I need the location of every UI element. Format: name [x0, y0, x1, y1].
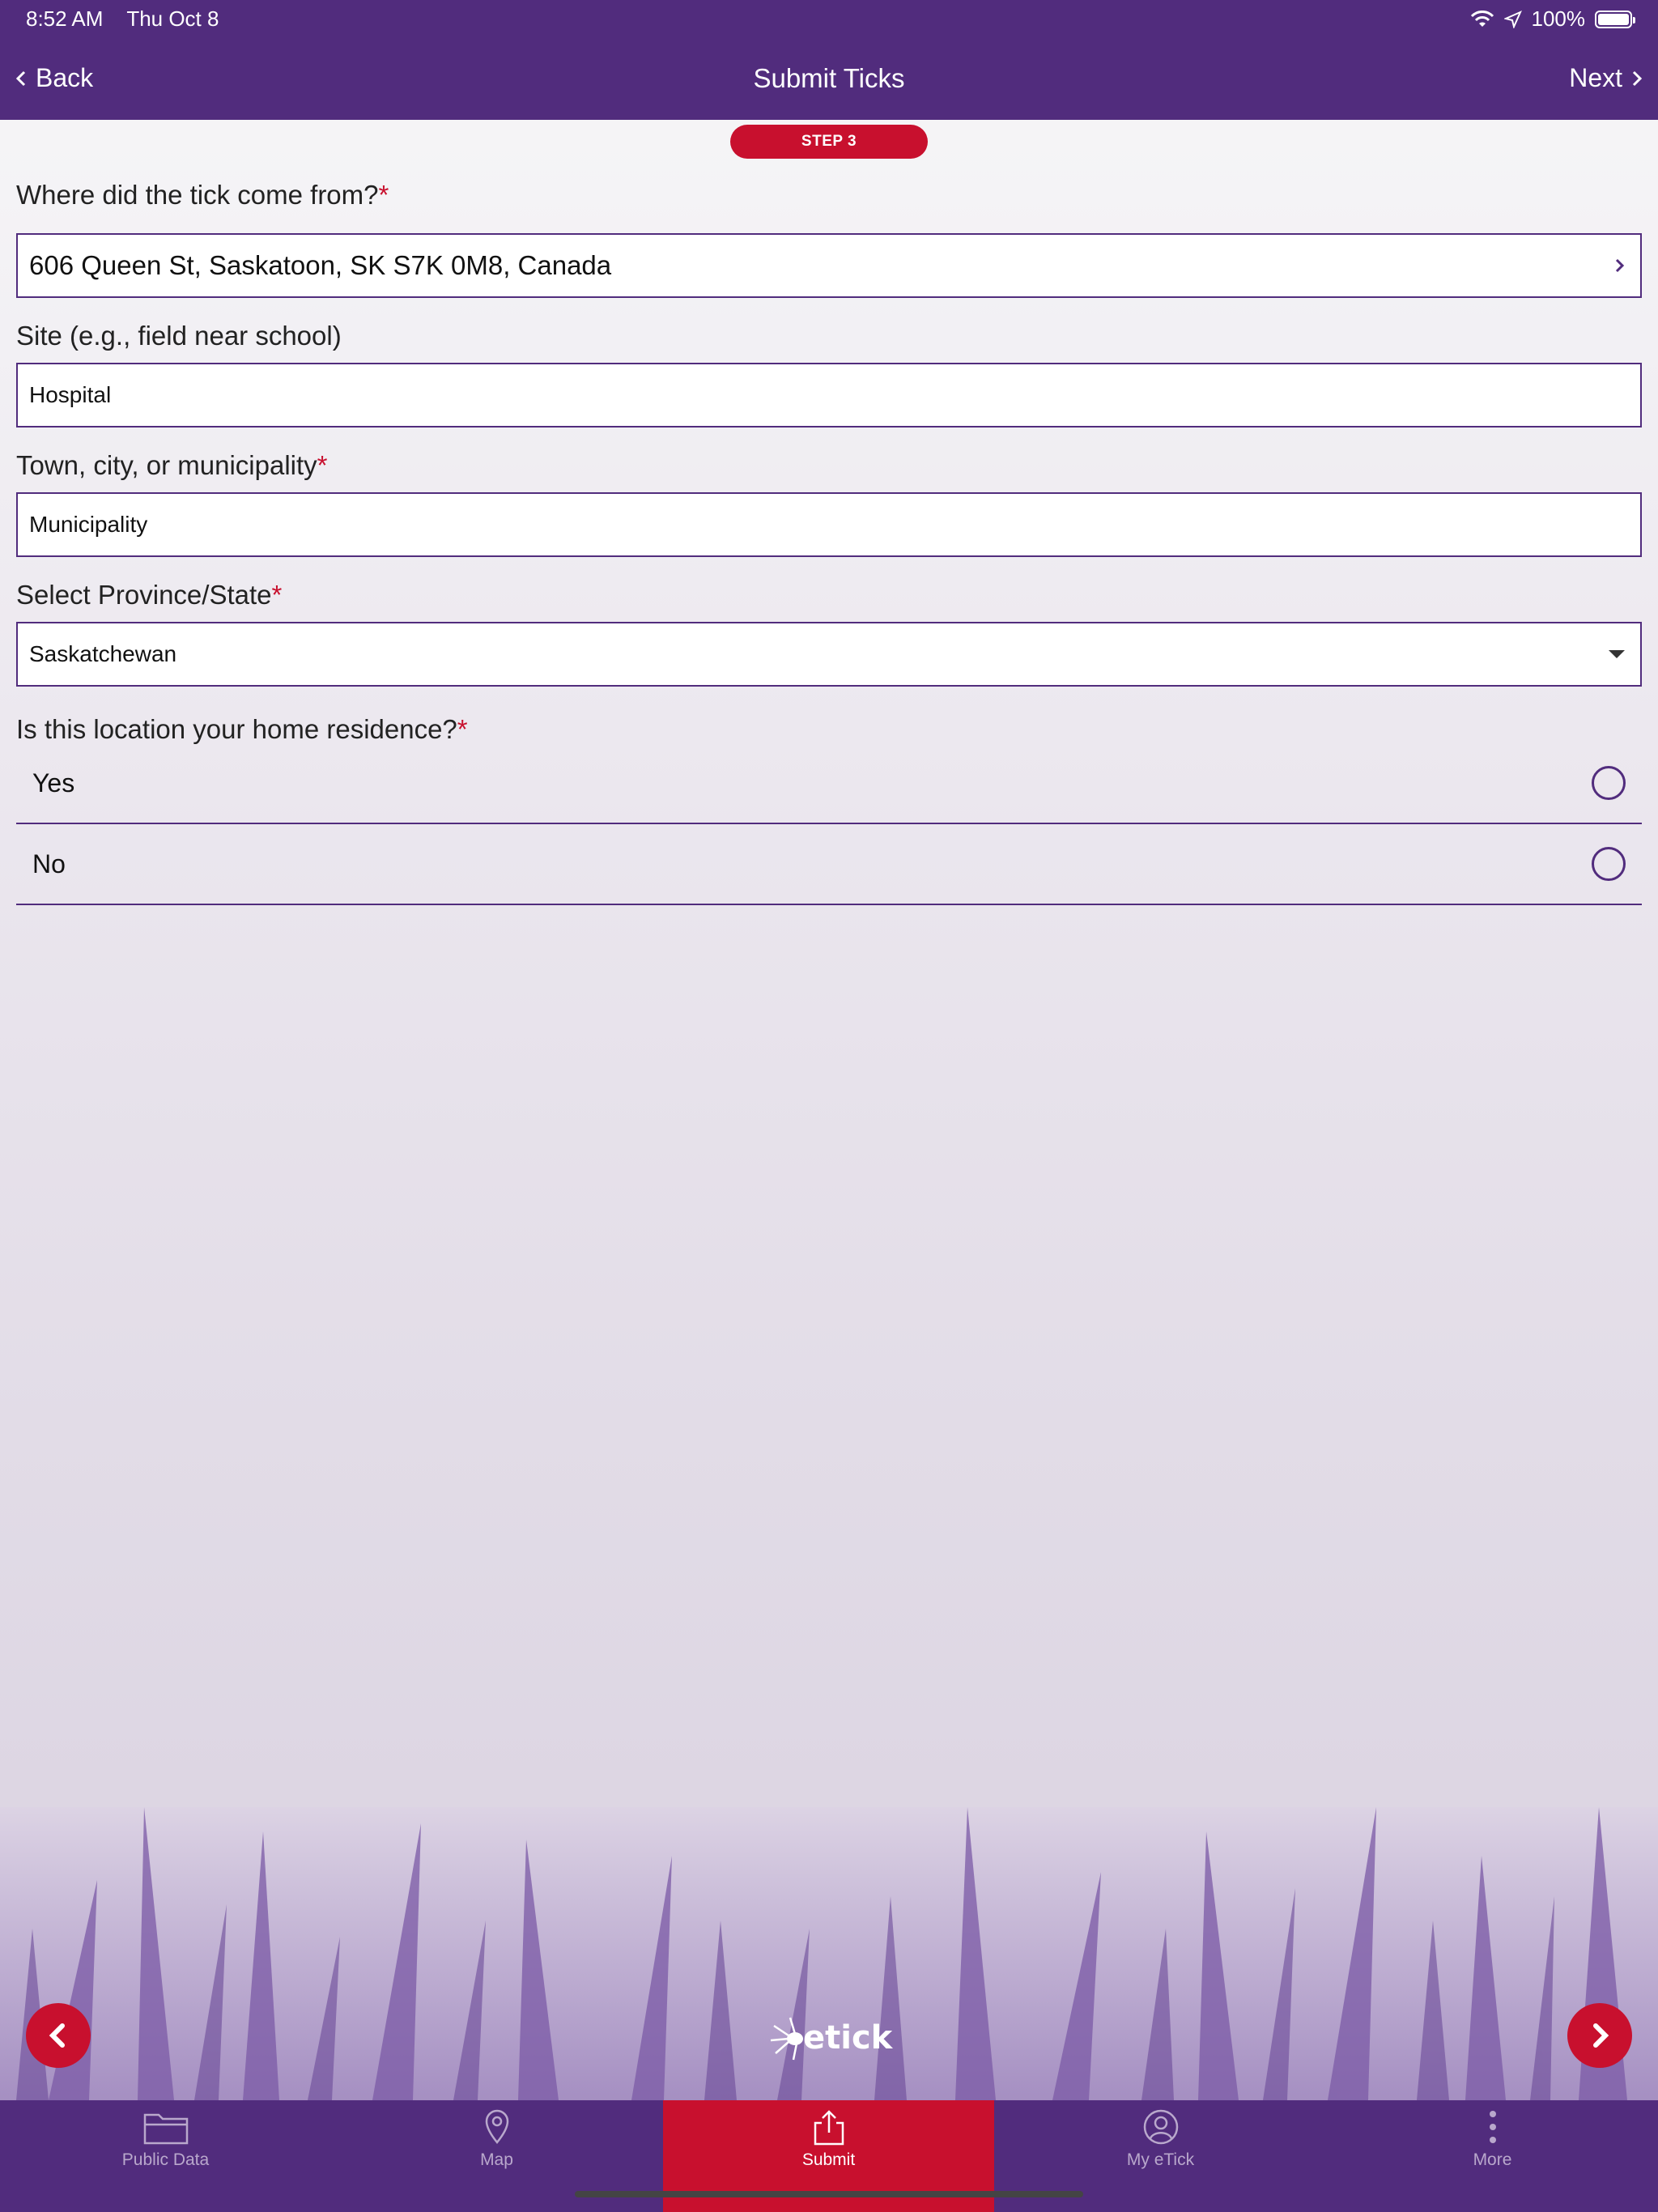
location-icon: [1503, 10, 1522, 28]
province-label: Select Province/State*: [16, 580, 282, 610]
next-button[interactable]: Next: [1569, 63, 1643, 93]
home-residence-label-text: Is this location your home residence?: [16, 714, 457, 744]
province-select[interactable]: Saskatchewan: [16, 622, 1642, 687]
radio-option-yes[interactable]: Yes: [16, 743, 1642, 824]
required-marker: *: [457, 714, 468, 744]
status-date-text: Thu Oct 8: [126, 6, 219, 31]
radio-option-no[interactable]: No: [16, 824, 1642, 905]
home-indicator: [575, 2191, 1083, 2197]
wifi-icon: [1470, 10, 1494, 27]
tab-public-data[interactable]: Public Data: [0, 2100, 331, 2212]
radio-circle-icon[interactable]: [1592, 766, 1626, 800]
radio-label-no: No: [32, 849, 66, 878]
town-label: Town, city, or municipality*: [16, 450, 328, 481]
required-marker: *: [317, 450, 328, 480]
page-title: Submit Ticks: [753, 63, 905, 93]
origin-label: Where did the tick come from?*: [16, 180, 389, 211]
tab-label: My eTick: [1126, 2150, 1195, 2169]
origin-location-field[interactable]: 606 Queen St, Saskatoon, SK S7K 0M8, Can…: [16, 233, 1642, 298]
required-marker: *: [378, 180, 389, 210]
chevron-right-icon: [1593, 2023, 1609, 2048]
origin-label-text: Where did the tick come from?: [16, 180, 379, 210]
home-residence-label: Is this location your home residence?*: [16, 714, 468, 745]
radio-label-yes: Yes: [32, 768, 75, 798]
battery-icon: [1595, 10, 1635, 28]
origin-value: 606 Queen St, Saskatoon, SK S7K 0M8, Can…: [29, 250, 612, 280]
battery-percent: 100%: [1531, 6, 1586, 31]
town-label-text: Town, city, or municipality: [16, 450, 317, 480]
chevron-right-icon: [1614, 235, 1626, 296]
site-label-text: Site (e.g., field near school): [16, 321, 342, 351]
status-time-text: 8:52 AM: [26, 6, 104, 31]
site-label: Site (e.g., field near school): [16, 321, 342, 351]
tab-label: Map: [480, 2150, 513, 2169]
map-pin-icon: [485, 2109, 508, 2144]
status-time: 8:52 AM Thu Oct 8: [26, 6, 219, 32]
tab-label: Public Data: [121, 2150, 210, 2169]
radio-circle-icon[interactable]: [1592, 847, 1626, 881]
next-label: Next: [1569, 63, 1622, 92]
province-label-text: Select Province/State: [16, 580, 272, 610]
tab-more[interactable]: More: [1327, 2100, 1658, 2212]
town-input[interactable]: Municipality: [16, 492, 1642, 557]
chevron-right-icon: [1632, 70, 1643, 86]
province-value: Saskatchewan: [29, 641, 177, 666]
folder-icon: [143, 2113, 188, 2145]
share-upload-icon: [814, 2110, 844, 2146]
tab-label: Submit: [801, 2150, 856, 2169]
caret-down-icon: [1608, 623, 1626, 685]
required-marker: *: [271, 580, 283, 610]
tab-label: More: [1473, 2150, 1512, 2169]
user-icon: [1143, 2109, 1178, 2145]
previous-step-button[interactable]: [26, 2003, 91, 2068]
next-step-button[interactable]: [1567, 2003, 1632, 2068]
chevron-left-icon: [49, 2023, 65, 2048]
step-indicator: STEP 3: [730, 125, 928, 159]
site-value: Hospital: [29, 382, 112, 407]
status-indicators: 100%: [1470, 6, 1635, 32]
svg-text:etick: etick: [803, 2019, 894, 2057]
more-vertical-icon: [1489, 2111, 1496, 2143]
site-input[interactable]: Hospital: [16, 363, 1642, 428]
town-value: Municipality: [29, 512, 148, 537]
top-bar: 8:52 AM Thu Oct 8 100% Back Submit Ticks…: [0, 0, 1658, 120]
etick-logo: etick: [766, 2003, 895, 2068]
